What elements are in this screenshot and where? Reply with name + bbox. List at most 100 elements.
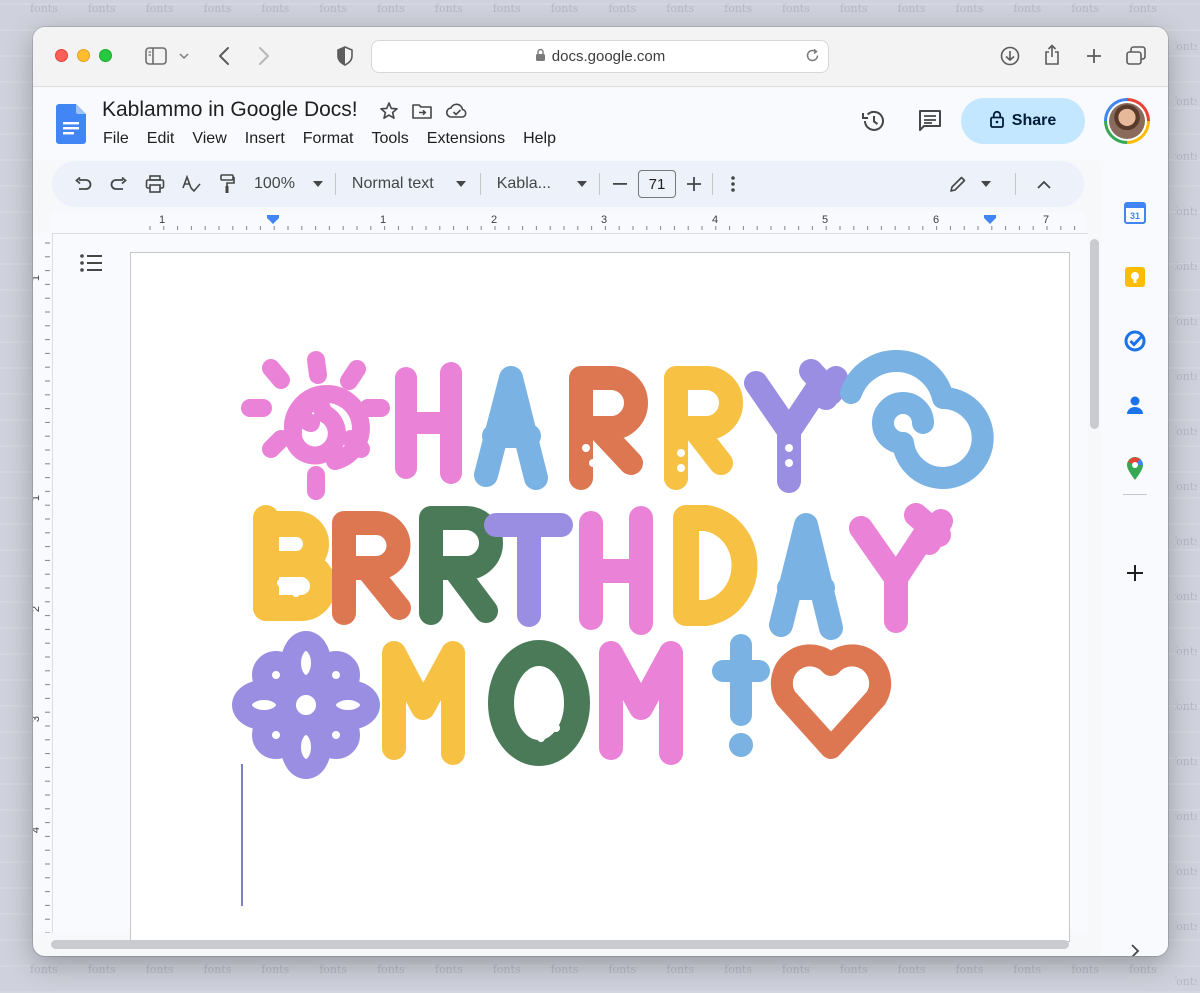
letter-r2 [419, 506, 503, 625]
menu-tools[interactable]: Tools [371, 130, 417, 148]
decrease-font-size-icon[interactable] [610, 169, 630, 199]
document-outline-icon[interactable] [79, 253, 103, 278]
document-canvas [53, 233, 1088, 942]
add-addon-plus-icon[interactable] [1123, 561, 1147, 585]
watermark-text: fonts [666, 963, 695, 976]
tab-overview-icon[interactable] [1124, 45, 1148, 67]
watermark-text: fonts [434, 2, 463, 15]
exclamation-mark [712, 634, 770, 726]
comments-icon[interactable] [916, 107, 944, 135]
horizontal-scrollbar[interactable] [51, 940, 1069, 949]
horizontal-ruler[interactable]: 1 1 2 3 4 5 6 7 [50, 212, 1085, 233]
menu-bar: File Edit View Insert Format Tools Exten… [103, 130, 574, 148]
letter-d [673, 505, 758, 626]
ruler-label: 4 [33, 827, 42, 833]
watermark-text: fonts [1175, 590, 1197, 603]
back-icon[interactable] [213, 44, 235, 68]
sidebar-toggle-icon[interactable] [143, 45, 169, 67]
sidebar-chevron-down-icon[interactable] [177, 49, 191, 63]
undo-icon[interactable] [68, 169, 98, 199]
watermark-text: fonts [1175, 315, 1197, 328]
tasks-icon[interactable] [1123, 329, 1147, 353]
menu-help[interactable]: Help [523, 130, 565, 148]
address-bar[interactable]: docs.google.com [371, 40, 829, 73]
right-indent-marker[interactable] [984, 215, 996, 224]
hide-menus-chevron-up-icon[interactable] [1032, 169, 1056, 199]
contacts-icon[interactable] [1123, 393, 1147, 417]
forward-icon[interactable] [253, 44, 275, 68]
letter-a2 [769, 513, 843, 640]
account-avatar[interactable] [1104, 98, 1150, 144]
zoom-window-button[interactable] [99, 49, 112, 62]
new-tab-icon[interactable] [1083, 45, 1105, 67]
font-size-field[interactable]: 71 [637, 169, 676, 199]
letter-h2 [579, 506, 653, 635]
print-icon[interactable] [140, 169, 170, 199]
calendar-day: 31 [1130, 211, 1140, 221]
close-window-button[interactable] [55, 49, 68, 62]
vertical-ruler[interactable]: 112345 [33, 233, 53, 943]
menu-edit[interactable]: Edit [147, 130, 184, 148]
ruler-label: 1 [33, 275, 42, 281]
ruler-label: 3 [33, 716, 42, 722]
font-family-select[interactable]: Kabla... [497, 169, 587, 199]
formatting-toolbar: 100% Normal text Kabla... 71 [52, 161, 1084, 207]
google-docs-logo-icon[interactable] [56, 104, 86, 149]
letter-t [484, 513, 573, 627]
maps-icon[interactable] [1123, 457, 1147, 481]
watermark-text: fonts [319, 963, 348, 976]
ruler-label: 4 [712, 214, 718, 226]
address-url: docs.google.com [551, 48, 666, 65]
version-history-icon[interactable] [859, 107, 887, 135]
watermark-text: fonts [1175, 810, 1197, 823]
ruler-label: 6 [933, 214, 939, 226]
redo-icon[interactable] [104, 169, 134, 199]
toolbar-divider [1014, 173, 1016, 195]
watermark-text: fonts [492, 963, 521, 976]
menu-view[interactable]: View [192, 130, 235, 148]
increase-font-size-icon[interactable] [684, 169, 704, 199]
watermark-text: fonts [608, 2, 637, 15]
zoom-select[interactable]: 100% [254, 169, 323, 199]
watermark-text: fonts [1013, 2, 1042, 15]
privacy-shield-icon[interactable] [334, 45, 356, 67]
watermark-text: fonts [261, 2, 290, 15]
more-options-icon[interactable] [725, 169, 741, 199]
keep-icon[interactable] [1123, 265, 1147, 289]
paragraph-style-value: Normal text [351, 175, 434, 192]
menu-insert[interactable]: Insert [245, 130, 294, 148]
document-page[interactable] [130, 252, 1070, 942]
spelling-check-icon[interactable] [176, 169, 206, 199]
font-size-value[interactable]: 71 [637, 170, 676, 198]
first-line-indent-marker[interactable] [267, 215, 279, 224]
star-icon[interactable] [379, 101, 399, 126]
watermark-text: fonts [839, 963, 868, 976]
menu-format[interactable]: Format [303, 130, 363, 148]
watermark-text: fonts [377, 2, 405, 15]
watermark-text: fonts [1129, 963, 1157, 976]
letter-m1 [382, 641, 465, 765]
ruler-label: 1 [159, 214, 165, 226]
watermark-text: fonts [955, 963, 984, 976]
menu-extensions[interactable]: Extensions [427, 130, 514, 148]
vertical-scrollbar[interactable] [1090, 239, 1099, 429]
calendar-icon[interactable]: 31 [1123, 201, 1147, 225]
ruler-label: 1 [380, 214, 386, 226]
paint-format-icon[interactable] [212, 169, 242, 199]
side-panel-expand-icon[interactable] [1123, 939, 1147, 956]
watermark-text: fonts [608, 963, 637, 976]
menu-file[interactable]: File [103, 130, 138, 148]
share-sheet-icon[interactable] [1041, 43, 1063, 67]
toolbar-divider [479, 173, 481, 195]
reload-icon[interactable] [805, 48, 820, 67]
share-button[interactable]: Share [961, 98, 1085, 144]
cloud-saved-icon[interactable] [445, 101, 469, 126]
move-to-folder-icon[interactable] [411, 101, 433, 126]
minimize-window-button[interactable] [77, 49, 90, 62]
watermark-text: fonts [30, 963, 58, 976]
watermark-text: fonts [1175, 150, 1197, 163]
downloads-icon[interactable] [999, 45, 1021, 67]
editing-mode-select[interactable] [949, 169, 991, 199]
paragraph-style-select[interactable]: Normal text [352, 169, 466, 199]
document-title[interactable]: Kablammo in Google Docs! [102, 98, 358, 122]
